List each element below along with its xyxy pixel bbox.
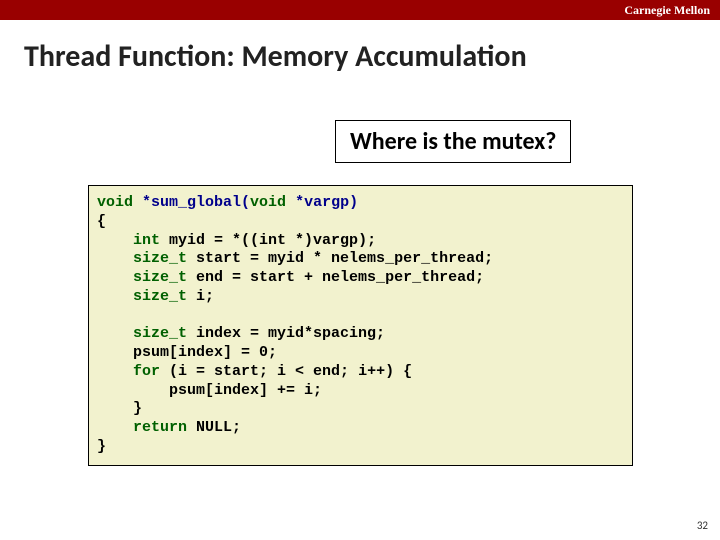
code-line: void *sum_global(void *vargp) (97, 194, 624, 213)
code-box: void *sum_global(void *vargp) { int myid… (88, 185, 633, 466)
code-line: } (97, 400, 624, 419)
top-bar: Carnegie Mellon (0, 0, 720, 20)
callout-box: Where is the mutex? (335, 120, 571, 163)
code-line: psum[index] = 0; (97, 344, 624, 363)
code-line: size_t end = start + nelems_per_thread; (97, 269, 624, 288)
code-line: for (i = start; i < end; i++) { (97, 363, 624, 382)
page-number: 32 (697, 519, 708, 532)
code-line: size_t i; (97, 288, 624, 307)
code-line: int myid = *((int *)vargp); (97, 232, 624, 251)
code-line: size_t start = myid * nelems_per_thread; (97, 250, 624, 269)
brand-label: Carnegie Mellon (624, 3, 710, 18)
code-line: return NULL; (97, 419, 624, 438)
code-line (97, 307, 624, 326)
slide-title: Thread Function: Memory Accumulation (0, 20, 720, 75)
code-line: } (97, 438, 624, 457)
code-line: psum[index] += i; (97, 382, 624, 401)
code-line: { (97, 213, 624, 232)
code-line: size_t index = myid*spacing; (97, 325, 624, 344)
